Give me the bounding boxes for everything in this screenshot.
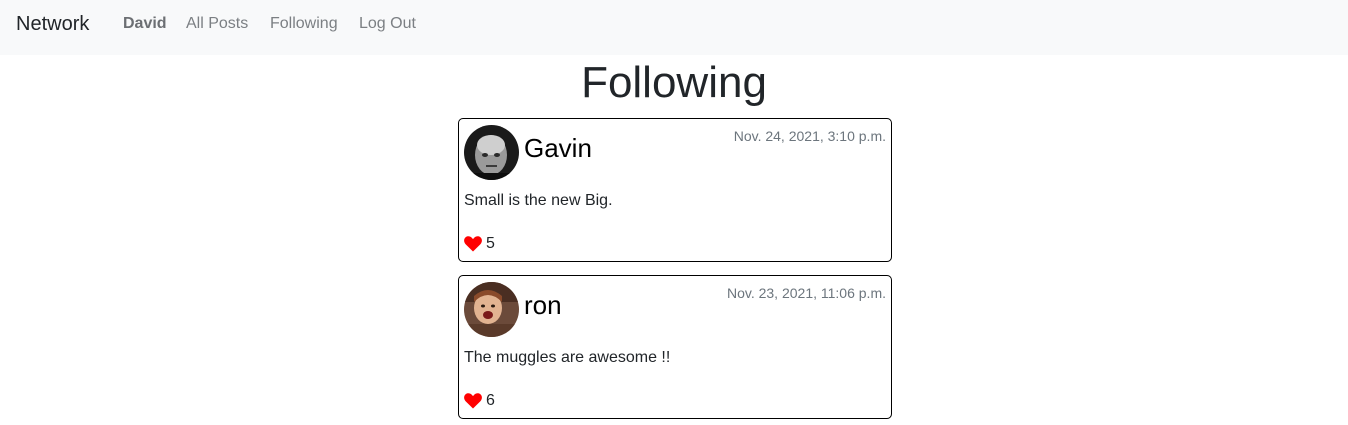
like-count: 5 [486,235,495,252]
post-timestamp: Nov. 23, 2021, 11:06 p.m. [726,285,886,301]
avatar[interactable] [464,282,519,337]
post-content: The muggles are awesome !! [464,349,671,366]
post-username[interactable]: Gavin [524,132,592,164]
nav-user-profile-link[interactable]: David [123,14,167,34]
like-section: 5 [464,234,495,254]
brand-link[interactable]: Network [16,11,89,37]
post-timestamp: Nov. 24, 2021, 3:10 p.m. [733,128,886,144]
nav-logout-link[interactable]: Log Out [359,14,416,34]
post-card: Gavin Nov. 24, 2021, 3:10 p.m. Small is … [458,118,892,262]
post-card: ron Nov. 23, 2021, 11:06 p.m. The muggle… [458,275,892,419]
nav-all-posts-link[interactable]: All Posts [186,14,248,34]
avatar[interactable] [464,125,519,180]
heart-icon[interactable] [464,236,482,252]
post-content: Small is the new Big. [464,192,613,209]
page-title: Following [581,58,767,107]
post-username[interactable]: ron [524,289,562,321]
like-section: 6 [464,391,495,411]
heart-icon[interactable] [464,393,482,409]
like-count: 6 [486,392,495,409]
navbar: Network David All Posts Following Log Ou… [0,0,1348,55]
nav-following-link[interactable]: Following [270,14,338,34]
